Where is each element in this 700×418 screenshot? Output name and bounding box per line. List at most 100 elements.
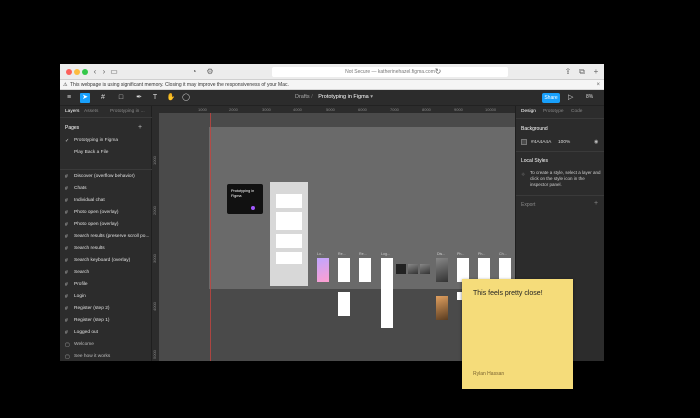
screen-frame[interactable]: [408, 264, 418, 274]
background-swatch[interactable]: [521, 139, 527, 145]
rectangle-icon: ▢: [65, 342, 70, 348]
screen-frame[interactable]: [420, 264, 430, 274]
frame-label: Ph...: [457, 252, 465, 256]
page-item-play-back[interactable]: Play Back a File: [74, 150, 108, 155]
layer-item[interactable]: # Individual chat: [60, 195, 152, 207]
add-page-icon[interactable]: +: [138, 124, 142, 131]
layer-item[interactable]: ▢ See how it works: [60, 351, 152, 361]
forward-icon[interactable]: ›: [100, 66, 108, 77]
close-icon[interactable]: ×: [596, 80, 600, 90]
screen-frame[interactable]: [396, 264, 406, 274]
screen-frame[interactable]: [359, 258, 371, 282]
frame-icon: #: [65, 186, 68, 192]
back-icon[interactable]: ‹: [91, 66, 99, 77]
new-tab-icon[interactable]: +: [592, 66, 600, 77]
rectangle-icon: ▢: [65, 354, 70, 360]
ruler-tick: 8000: [422, 107, 431, 112]
pen-tool-icon[interactable]: ✒: [134, 93, 144, 103]
close-window-button[interactable]: [66, 69, 72, 75]
extension-icon[interactable]: ⚙: [206, 66, 214, 77]
screen-frame[interactable]: [436, 258, 448, 282]
share-button[interactable]: Share: [542, 93, 560, 103]
sticky-note: This feels pretty close! Rylan Hassan: [462, 279, 573, 389]
layer-item[interactable]: # Discover (overflow behavior): [60, 171, 152, 183]
minimize-window-button[interactable]: [74, 69, 80, 75]
layer-item[interactable]: # Register (step 2): [60, 303, 152, 315]
shape-tool-icon[interactable]: □: [116, 93, 126, 103]
design-canvas[interactable]: 1000 2000 3000 4000 5000 6000 7000 8000 …: [152, 106, 515, 361]
ruler-tick: 1000: [152, 156, 157, 165]
screen-frame[interactable]: [338, 258, 350, 282]
tab-assets[interactable]: Assets: [84, 109, 98, 114]
layer-item[interactable]: # Search results (preserve scroll po...: [60, 231, 152, 243]
eye-icon[interactable]: ◉: [594, 139, 598, 145]
export-header: Export: [521, 202, 536, 208]
share-page-icon[interactable]: ⇪: [564, 66, 572, 77]
comment-tool-icon[interactable]: ◯: [181, 93, 191, 103]
checkmark-icon: ✓: [65, 138, 70, 144]
layer-item[interactable]: # Profile: [60, 279, 152, 291]
screen-frame[interactable]: [317, 258, 329, 282]
ruler-tick: 7000: [390, 107, 399, 112]
layer-item[interactable]: ▢ Welcome: [60, 339, 152, 351]
warning-icon: ⚠: [63, 82, 68, 88]
layer-item[interactable]: # Logged out: [60, 327, 152, 339]
screen-frame[interactable]: [276, 212, 302, 230]
add-export-icon[interactable]: +: [594, 200, 598, 207]
layer-item[interactable]: # Chats: [60, 183, 152, 195]
page-item-prototyping[interactable]: Prototyping in Figma: [74, 138, 118, 143]
tab-prototype[interactable]: Prototype: [543, 109, 564, 114]
layer-item[interactable]: # Search: [60, 267, 152, 279]
layer-item[interactable]: # Register (step 1): [60, 315, 152, 327]
ruler-tick: 4000: [152, 302, 157, 311]
screen-frame[interactable]: [381, 258, 393, 328]
screen-frame[interactable]: [276, 234, 302, 248]
frame-tool-icon[interactable]: #: [98, 93, 108, 103]
frame-icon: #: [65, 222, 68, 228]
present-icon[interactable]: ▷: [568, 93, 573, 101]
ruler-tick: 5000: [152, 350, 157, 359]
text-tool-icon[interactable]: T: [150, 93, 160, 103]
layer-item[interactable]: # Photo open (overlay): [60, 219, 152, 231]
screen-frame[interactable]: [276, 252, 302, 264]
background-opacity[interactable]: 100%: [558, 140, 570, 145]
pages-header: Pages: [65, 125, 80, 131]
memory-warning-text: This webpage is using significant memory…: [70, 82, 289, 88]
layer-item[interactable]: # Photo open (overlay): [60, 207, 152, 219]
hand-tool-icon[interactable]: ✋: [166, 93, 176, 103]
privacy-icon[interactable]: ◔: [190, 66, 198, 77]
main-menu-icon[interactable]: ≡: [64, 93, 74, 103]
zoom-window-button[interactable]: [82, 69, 88, 75]
screen-frame[interactable]: [338, 292, 350, 316]
tab-layers[interactable]: Layers: [65, 109, 79, 114]
local-styles-help: To create a style, select a layer and cl…: [530, 170, 601, 187]
tab-design[interactable]: Design: [521, 109, 536, 114]
layer-item[interactable]: # Login: [60, 291, 152, 303]
background-hex[interactable]: #4A4A4A: [531, 140, 551, 145]
flow-column[interactable]: [270, 182, 308, 286]
ruler-tick: 2000: [152, 206, 157, 215]
move-tool-icon[interactable]: ➤: [80, 93, 90, 103]
browser-toolbar: ‹ › ▭ ◔ ⚙ Not Secure — katherinehazel.fi…: [60, 64, 604, 80]
tab-page-select[interactable]: Prototyping in ...: [110, 109, 145, 114]
red-guide-line: [210, 113, 211, 361]
zoom-level[interactable]: 8%: [586, 94, 593, 100]
file-name[interactable]: Prototyping in Figma: [318, 94, 368, 100]
tabs-overview-icon[interactable]: ⧉: [578, 66, 586, 77]
screen-frame[interactable]: [276, 194, 302, 208]
layer-item[interactable]: # Search keyboard (overlay): [60, 255, 152, 267]
tab-code[interactable]: Code: [571, 109, 582, 114]
sidebar-icon[interactable]: ▭: [110, 66, 118, 77]
cover-title: Prototyping in Figma: [231, 189, 255, 198]
memory-warning-bar: ⚠ This webpage is using significant memo…: [60, 80, 604, 90]
frame-label: Lo...: [317, 252, 324, 256]
screen-frame[interactable]: [436, 296, 448, 320]
layer-item[interactable]: # Search results: [60, 243, 152, 255]
frame-label: Ph...: [478, 252, 486, 256]
address-bar[interactable]: Not Secure — katherinehazel.figma.com: [272, 67, 508, 77]
reload-icon[interactable]: ↻: [434, 66, 442, 77]
breadcrumb-drafts[interactable]: Drafts: [295, 94, 310, 100]
chevron-down-icon[interactable]: ▾: [370, 94, 373, 100]
divider: [516, 151, 604, 152]
cover-frame[interactable]: Prototyping in Figma: [227, 184, 263, 214]
